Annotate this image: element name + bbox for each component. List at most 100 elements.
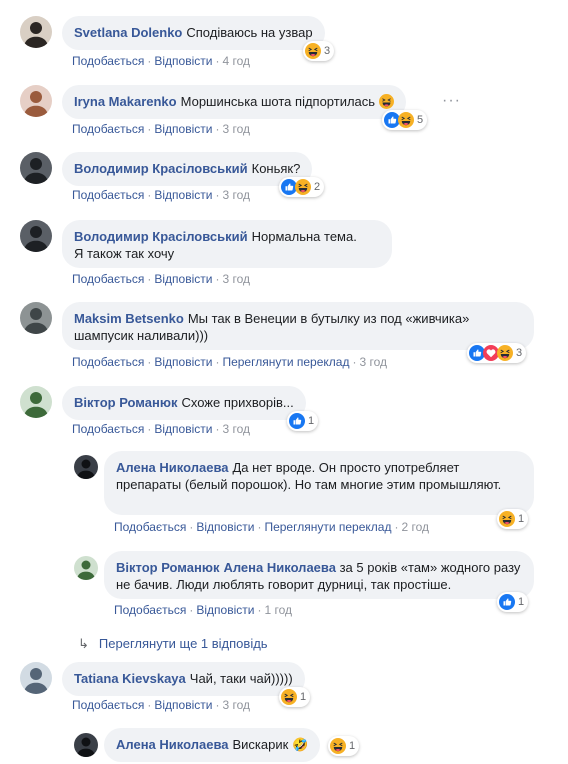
comment-time[interactable]: 3 год (222, 422, 250, 436)
comment-actions: Подобається · Відповісти · 3 год (72, 422, 250, 436)
comment-author[interactable]: Віктор Романюк (74, 395, 177, 410)
reaction-summary[interactable]: 1 (497, 509, 529, 529)
comment-actions: Подобається · Відповісти · Переглянути перек… (114, 520, 430, 534)
comment-text: Нормальна тема. (251, 229, 357, 244)
like-link[interactable]: Подобається (114, 603, 186, 617)
haha-icon (398, 112, 414, 128)
comment-actions: Подобається · Відповісти · 3 год (72, 272, 250, 286)
comment-text-line2: Я також так хочу (74, 246, 175, 261)
reaction-count: 3 (516, 347, 523, 359)
comment-author[interactable]: Svetlana Dolenko (74, 25, 182, 40)
haha-icon (330, 738, 346, 754)
comment-actions: Подобається · Відповісти · 1 год (114, 603, 292, 617)
like-link[interactable]: Подобається (72, 54, 144, 68)
avatar[interactable] (74, 733, 98, 757)
reply-bubble: Алена Николаева Вискарик 🤣 (104, 728, 321, 762)
comment-text: Вискарик (232, 737, 289, 752)
like-icon (499, 594, 515, 610)
reply-arrow-icon: ↳ (78, 636, 89, 651)
avatar[interactable] (20, 85, 52, 117)
comment-time[interactable]: 1 год (264, 603, 292, 617)
reply-link[interactable]: Відповісти (196, 520, 254, 534)
like-link[interactable]: Подобається (72, 188, 144, 202)
like-link[interactable]: Подобається (72, 698, 144, 712)
reply-link[interactable]: Відповісти (154, 355, 212, 369)
comment-bubble: Володимир Красіловський Нормальна тема. Я… (62, 220, 392, 268)
avatar[interactable] (74, 455, 98, 479)
reaction-summary[interactable]: 1 (497, 592, 529, 612)
reply-link[interactable]: Відповісти (154, 54, 212, 68)
reaction-count: 5 (417, 114, 424, 126)
more-options-icon[interactable]: ··· (442, 92, 461, 110)
comment-author[interactable]: Алена Николаева (116, 460, 229, 475)
reply-link[interactable]: Відповісти (154, 272, 212, 286)
like-link[interactable]: Подобається (72, 355, 144, 369)
avatar[interactable] (20, 16, 52, 48)
comment-author[interactable]: Віктор Романюк (116, 560, 219, 575)
comment-author[interactable]: Алена Николаева (116, 737, 229, 752)
reply-link[interactable]: Відповісти (196, 603, 254, 617)
haha-icon (499, 511, 515, 527)
comment-author[interactable]: Iryna Makarenko (74, 94, 177, 109)
comment-text: Чай, таки чай))))) (189, 671, 293, 686)
comment-text: Схоже прихворів... (181, 395, 294, 410)
avatar[interactable] (20, 662, 52, 694)
reply-link[interactable]: Відповісти (154, 122, 212, 136)
reply-link[interactable]: Відповісти (154, 422, 212, 436)
comment-bubble: Tatiana Kievskaya Чай, таки чай))))) (62, 662, 305, 696)
comment-text: Коньяк? (251, 161, 301, 176)
comment-bubble: Iryna Makarenko Моршинська шота підпортил… (62, 85, 406, 119)
comment-bubble: Maksim Betsenko Мы так в Венеции в бутылк… (62, 302, 534, 350)
comment-actions: Подобається · Відповісти · 3 год (72, 698, 250, 712)
avatar[interactable] (20, 220, 52, 252)
like-link[interactable]: Подобається (72, 272, 144, 286)
comment-time[interactable]: 2 год (401, 520, 429, 534)
reply-link[interactable]: Відповісти (154, 698, 212, 712)
like-link[interactable]: Подобається (72, 422, 144, 436)
reaction-summary[interactable]: 5 (382, 110, 428, 130)
avatar[interactable] (20, 386, 52, 418)
comment-author[interactable]: Володимир Красіловський (74, 161, 248, 176)
comment-time[interactable]: 4 год (222, 54, 250, 68)
reaction-count: 1 (518, 513, 525, 525)
comment-author[interactable]: Володимир Красіловський (74, 229, 248, 244)
reaction-count: 1 (308, 415, 315, 427)
reaction-summary[interactable]: 1 (328, 736, 360, 756)
rofl-emoji-icon: 🤣 (291, 737, 309, 752)
comment-text: Моршинська шота підпортилась (180, 94, 376, 109)
like-link[interactable]: Подобається (114, 520, 186, 534)
translate-link[interactable]: Переглянути переклад (222, 355, 349, 369)
reaction-count: 2 (314, 181, 321, 193)
comment-bubble: Володимир Красіловський Коньяк? (62, 152, 313, 186)
avatar[interactable] (20, 302, 52, 334)
haha-icon (305, 43, 321, 59)
avatar[interactable] (20, 152, 52, 184)
mention-link[interactable]: Алена Николаева (223, 560, 336, 575)
comment-actions: Подобається · Відповісти · Переглянути перек… (72, 355, 388, 369)
comment-author[interactable]: Tatiana Kievskaya (74, 671, 186, 686)
haha-icon (295, 179, 311, 195)
reaction-summary[interactable]: 2 (279, 177, 325, 197)
view-more-label: Переглянути ще 1 відповідь (98, 636, 268, 651)
view-more-replies-link[interactable]: ↳ Переглянути ще 1 відповідь (78, 636, 268, 652)
reply-link[interactable]: Відповісти (154, 188, 212, 202)
reaction-summary[interactable]: 3 (467, 343, 527, 363)
reaction-summary[interactable]: 1 (279, 687, 311, 707)
comment-text: Сподіваюсь на узвар (186, 25, 313, 40)
comment-author[interactable]: Maksim Betsenko (74, 311, 184, 326)
avatar[interactable] (74, 556, 98, 580)
reaction-summary[interactable]: 3 (303, 41, 335, 61)
haha-emoji-icon (379, 94, 394, 109)
like-link[interactable]: Подобається (72, 122, 144, 136)
comment-time[interactable]: 3 год (359, 355, 387, 369)
comment-time[interactable]: 3 год (222, 188, 250, 202)
reaction-summary[interactable]: 1 (287, 411, 319, 431)
reply-bubble: Віктор Романюк Алена Николаева за 5 років… (104, 551, 534, 599)
comment-time[interactable]: 3 год (222, 698, 250, 712)
comment-time[interactable]: 3 год (222, 122, 250, 136)
haha-icon (497, 345, 513, 361)
comment-time[interactable]: 3 год (222, 272, 250, 286)
comment-actions: Подобається · Відповісти · 3 год (72, 188, 250, 202)
reaction-count: 1 (518, 596, 525, 608)
translate-link[interactable]: Переглянути переклад (264, 520, 391, 534)
